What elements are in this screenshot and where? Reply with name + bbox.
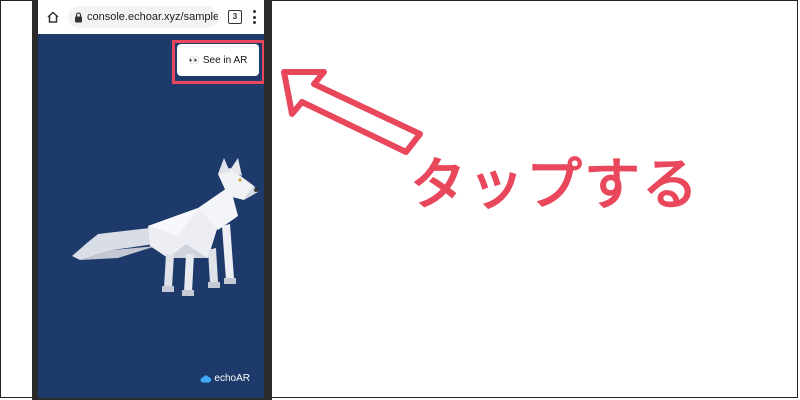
instruction-caption: タップする (410, 153, 700, 218)
address-bar[interactable]: console.echoar.xyz/samples/w- (68, 6, 218, 28)
see-in-ar-label: See in AR (202, 54, 248, 66)
tab-count-button[interactable]: 3 (228, 10, 242, 24)
left-margin (1, 1, 32, 397)
brand-label: echoAR (214, 373, 250, 384)
home-icon[interactable] (46, 10, 60, 24)
more-menu-icon[interactable] (252, 10, 256, 24)
lock-icon (75, 11, 82, 22)
eyes-icon: 👀 (188, 54, 200, 65)
browser-toolbar: console.echoar.xyz/samples/w- 3 (38, 0, 264, 34)
see-in-ar-button[interactable]: 👀 See in AR (177, 44, 259, 76)
url-text: console.echoar.xyz/samples/w- (87, 11, 218, 23)
phone-screen: console.echoar.xyz/samples/w- 3 👀 See in… (32, 0, 272, 400)
cloud-icon (200, 374, 212, 382)
pointer-arrow-icon (281, 69, 423, 155)
echoar-logo: echoAR (200, 373, 250, 384)
3d-model-viewer[interactable]: 👀 See in AR echoAR (38, 34, 264, 398)
arctic-fox-model[interactable] (58, 146, 258, 296)
